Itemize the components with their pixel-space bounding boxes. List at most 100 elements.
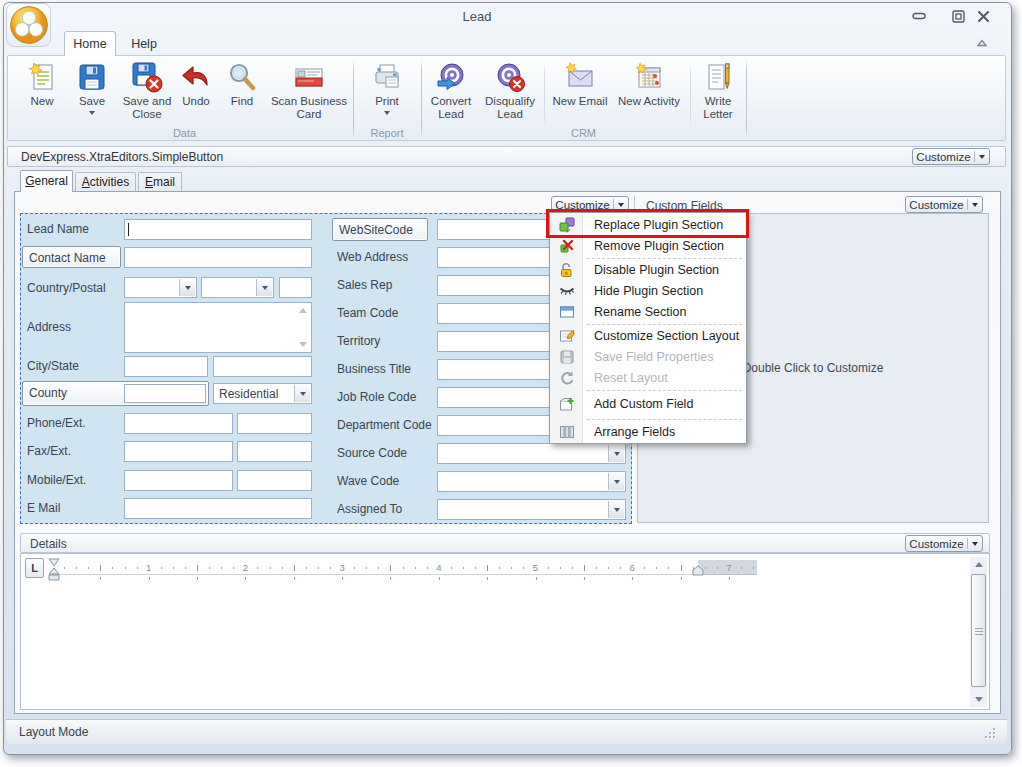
- tab-general[interactable]: General: [20, 170, 73, 192]
- ribbon-group-crm: CRM: [421, 127, 746, 139]
- arrange-fields-icon: [559, 424, 575, 440]
- field-label: Fax/Ext.: [27, 444, 71, 458]
- print-icon: [371, 61, 403, 93]
- menu-item-remove-plugin-section[interactable]: Remove Plugin Section: [551, 236, 745, 257]
- new-activity-button[interactable]: New Activity: [614, 59, 684, 137]
- text-caret: [128, 223, 129, 236]
- chevron-down-icon: [972, 203, 978, 207]
- city-input[interactable]: [124, 356, 208, 377]
- country2-combo[interactable]: [201, 277, 274, 298]
- toolbar-customize-button[interactable]: Customize: [912, 148, 990, 165]
- ribbon-tab-home[interactable]: Home: [64, 31, 116, 56]
- scroll-down-icon: [970, 692, 987, 707]
- write-letter-icon: [702, 61, 734, 93]
- contact-name-field-button[interactable]: Contact Name: [22, 246, 121, 268]
- mobile-ext-input[interactable]: [237, 470, 312, 491]
- field-label: Assigned To: [337, 502, 402, 516]
- scroll-up-icon: [970, 557, 987, 572]
- postal-input[interactable]: [279, 277, 312, 298]
- status-text: Layout Mode: [19, 725, 88, 739]
- new-email-icon: [564, 61, 596, 93]
- state-input[interactable]: [213, 356, 312, 377]
- source-code-combo[interactable]: [437, 443, 626, 464]
- save-and-close-button[interactable]: Save and Close: [118, 59, 176, 137]
- wave-code-combo[interactable]: [437, 471, 626, 492]
- plugin-toolbar: DevExpress.XtraEditors.SimpleButton: [7, 146, 1006, 167]
- details-scrollbar[interactable]: [970, 557, 987, 707]
- save-button[interactable]: Save: [70, 59, 114, 137]
- customize-section-layout-icon: [559, 328, 575, 344]
- assigned-to-combo[interactable]: [437, 499, 626, 520]
- menu-item-add-custom-field[interactable]: Add Custom Field: [551, 394, 745, 415]
- field-label: City/State: [27, 359, 79, 373]
- mobile-input[interactable]: [124, 470, 233, 491]
- tab-activities[interactable]: Activities: [75, 172, 136, 192]
- field-label: Source Code: [337, 446, 407, 460]
- county-input[interactable]: [124, 384, 206, 403]
- field-label: Lead Name: [27, 222, 89, 236]
- undo-button[interactable]: Undo: [174, 59, 218, 137]
- tab-stop-button[interactable]: L: [25, 558, 44, 578]
- disqualify-lead-button[interactable]: Disqualify Lead: [479, 59, 541, 137]
- category-combo[interactable]: Residential: [213, 383, 312, 404]
- menu-item-arrange-fields[interactable]: Arrange Fields: [551, 422, 745, 443]
- dropdown-button[interactable]: [179, 279, 195, 296]
- custom-fields-customize-button[interactable]: Customize: [905, 196, 983, 213]
- email-input[interactable]: [124, 498, 312, 519]
- chevron-down-icon: [972, 542, 978, 546]
- phone-input[interactable]: [124, 413, 233, 434]
- indent-markers-icon: [47, 558, 61, 582]
- details-editor[interactable]: L 1234567: [20, 553, 990, 710]
- minimize-button[interactable]: [908, 7, 930, 25]
- remove-plugin-icon: [559, 238, 575, 254]
- find-button[interactable]: Find: [220, 59, 264, 137]
- county-field-button[interactable]: County: [22, 381, 209, 406]
- menu-item-hide-plugin-section[interactable]: Hide Plugin Section: [551, 281, 745, 302]
- menu-item-disable-plugin-section[interactable]: Disable Plugin Section: [551, 260, 745, 281]
- new-email-button[interactable]: New Email: [548, 59, 612, 137]
- dropdown-button[interactable]: [294, 385, 310, 402]
- address-textarea[interactable]: [124, 302, 312, 353]
- resize-grip[interactable]: [985, 728, 997, 740]
- ribbon-collapse-icon[interactable]: [972, 34, 992, 50]
- print-button[interactable]: Print: [360, 59, 414, 137]
- scrollbar-thumb[interactable]: [971, 574, 986, 687]
- save-field-properties-icon: [559, 349, 575, 365]
- country-combo[interactable]: [124, 277, 197, 298]
- fax-ext-input[interactable]: [237, 441, 312, 462]
- dropdown-button[interactable]: [608, 501, 624, 518]
- scan-business-card-icon: [293, 61, 325, 93]
- field-label: Business Title: [337, 362, 411, 376]
- lead-name-input[interactable]: [124, 219, 312, 240]
- ribbon-group-report: Report: [353, 127, 421, 139]
- rename-section-icon: [559, 304, 575, 320]
- menu-item-rename-section[interactable]: Rename Section: [551, 302, 745, 323]
- new-button[interactable]: New: [22, 59, 62, 137]
- status-bar: Layout Mode: [6, 719, 1007, 744]
- phone-ext-input[interactable]: [237, 413, 312, 434]
- details-customize-button[interactable]: Customize: [905, 535, 983, 552]
- ribbon-tab-help[interactable]: Help: [120, 33, 168, 55]
- websitecode-field-button[interactable]: WebSiteCode: [332, 218, 428, 241]
- find-icon: [226, 61, 258, 93]
- dropdown-button[interactable]: [608, 473, 624, 490]
- write-letter-button[interactable]: Write Letter: [694, 59, 742, 137]
- contact-name-input[interactable]: [124, 247, 312, 268]
- menu-item-save-field-properties: Save Field Properties: [551, 347, 745, 368]
- ribbon: New Save Save and Close Undo Find Scan B…: [7, 55, 1006, 141]
- fax-input[interactable]: [124, 441, 233, 462]
- dropdown-button[interactable]: [608, 445, 624, 462]
- close-button[interactable]: [972, 7, 994, 25]
- convert-lead-icon: [435, 61, 467, 93]
- convert-lead-button[interactable]: Convert Lead: [425, 59, 477, 137]
- tab-email[interactable]: Email: [138, 172, 182, 192]
- ribbon-group-data: Data: [16, 127, 353, 139]
- dropdown-button[interactable]: [256, 279, 272, 296]
- scan-business-card-button[interactable]: Scan Business Card: [266, 59, 352, 137]
- menu-item-customize-section-layout[interactable]: Customize Section Layout: [551, 326, 745, 347]
- field-label: Territory: [337, 334, 380, 348]
- customize-context-menu: Replace Plugin Section Remove Plugin Sec…: [549, 212, 747, 444]
- restore-button[interactable]: [947, 7, 969, 25]
- ruler[interactable]: 1234567: [49, 558, 757, 584]
- plugin-toolbar-text: DevExpress.XtraEditors.SimpleButton: [21, 150, 223, 164]
